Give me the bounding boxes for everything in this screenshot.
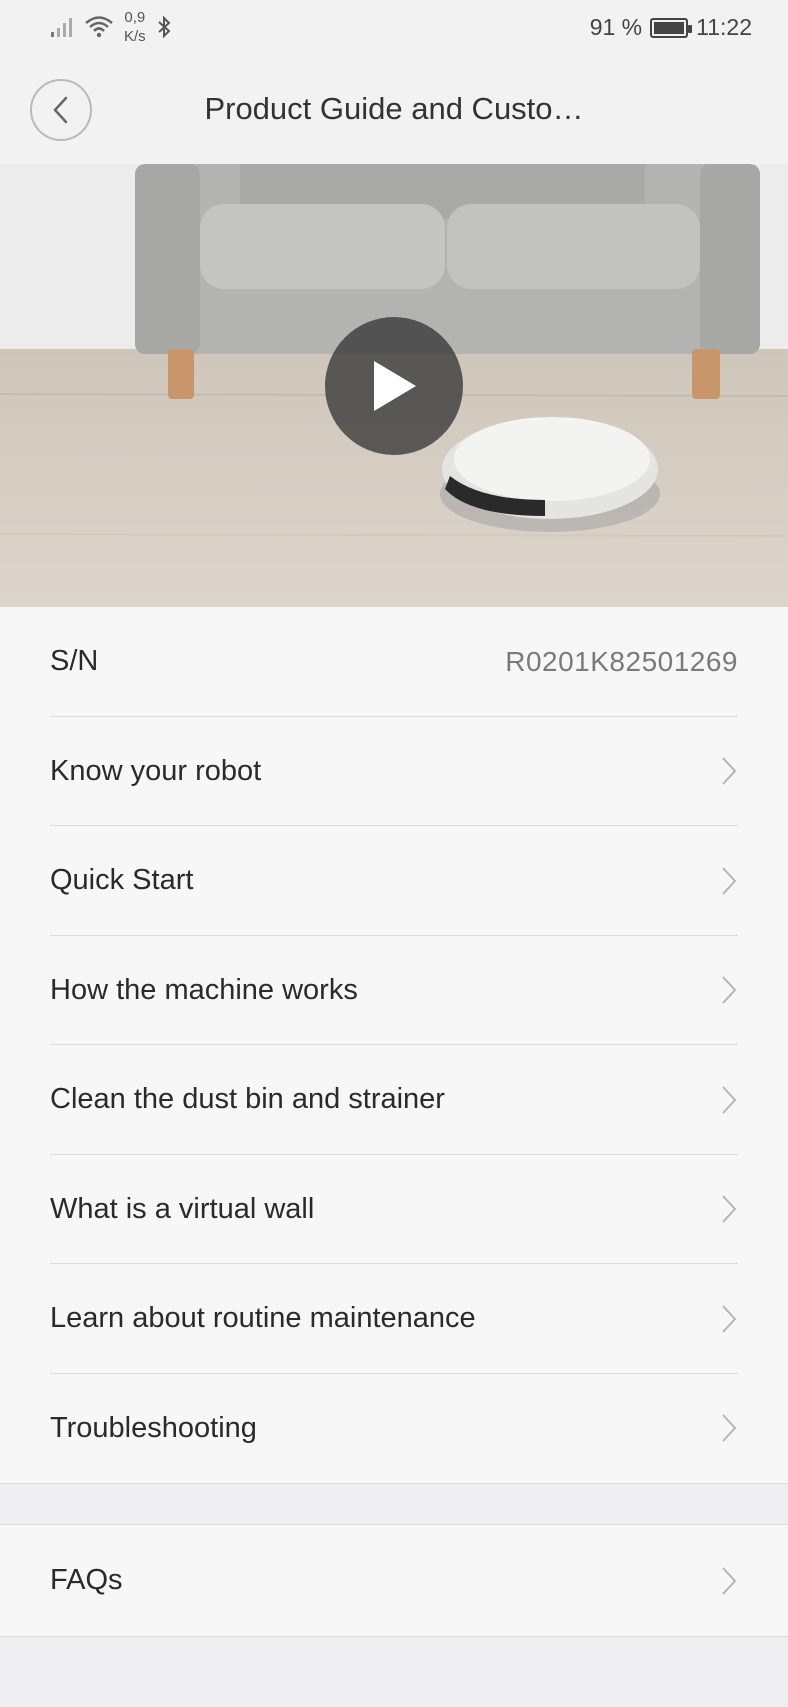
top-app-bar: Product Guide and Custo… <box>0 56 788 164</box>
signal-icon <box>51 18 72 37</box>
list-item-routine-maintenance[interactable]: Learn about routine maintenance <box>0 1264 788 1374</box>
serial-number-row: S/N R0201K82501269 <box>0 607 788 717</box>
chevron-right-icon <box>722 867 737 895</box>
chevron-right-icon <box>722 976 737 1004</box>
chevron-left-icon <box>53 96 68 124</box>
list-item-virtual-wall[interactable]: What is a virtual wall <box>0 1154 788 1264</box>
list-item-quick-start[interactable]: Quick Start <box>0 826 788 936</box>
chevron-right-icon <box>722 1195 737 1223</box>
battery-icon <box>650 17 693 38</box>
battery-percent: 91 % <box>589 14 643 40</box>
tutorial-video[interactable] <box>0 164 788 607</box>
chevron-right-icon <box>722 757 737 785</box>
clock: 11:22 <box>696 14 752 40</box>
chevron-right-icon <box>722 1305 737 1333</box>
chevron-right-icon <box>722 1414 737 1442</box>
status-bar: 0,9 K/s 91 % 11:22 <box>0 0 788 56</box>
guide-list: S/N R0201K82501269 Know your robot Quick… <box>0 607 788 1483</box>
list-item-label: Troubleshooting <box>50 1411 257 1444</box>
network-speed: 0,9 K/s <box>124 9 146 45</box>
section-separator <box>0 1636 788 1707</box>
chevron-right-icon <box>722 1086 737 1114</box>
play-icon <box>374 361 416 411</box>
faq-section: FAQs <box>0 1526 788 1636</box>
section-separator <box>0 1483 788 1525</box>
play-button[interactable] <box>325 317 463 455</box>
serial-value: R0201K82501269 <box>505 645 738 677</box>
list-item-label: What is a virtual wall <box>50 1192 315 1225</box>
list-item-label: FAQs <box>50 1564 123 1597</box>
list-item-how-machine-works[interactable]: How the machine works <box>0 935 788 1045</box>
bluetooth-icon <box>158 15 171 39</box>
list-item-clean-dust-bin[interactable]: Clean the dust bin and strainer <box>0 1045 788 1155</box>
list-item-label: How the machine works <box>50 973 358 1006</box>
list-item-label: Quick Start <box>50 864 194 897</box>
list-item-label: Know your robot <box>50 754 262 787</box>
list-item-faqs[interactable]: FAQs <box>0 1526 788 1636</box>
serial-label: S/N <box>50 645 99 678</box>
back-button[interactable] <box>30 79 92 141</box>
wifi-icon <box>85 16 113 38</box>
page-title: Product Guide and Custo… <box>204 91 584 126</box>
list-item-label: Learn about routine maintenance <box>50 1302 476 1335</box>
list-item-troubleshooting[interactable]: Troubleshooting <box>0 1373 788 1483</box>
list-item-know-your-robot[interactable]: Know your robot <box>0 716 788 826</box>
chevron-right-icon <box>722 1567 737 1595</box>
list-item-label: Clean the dust bin and strainer <box>50 1083 445 1116</box>
